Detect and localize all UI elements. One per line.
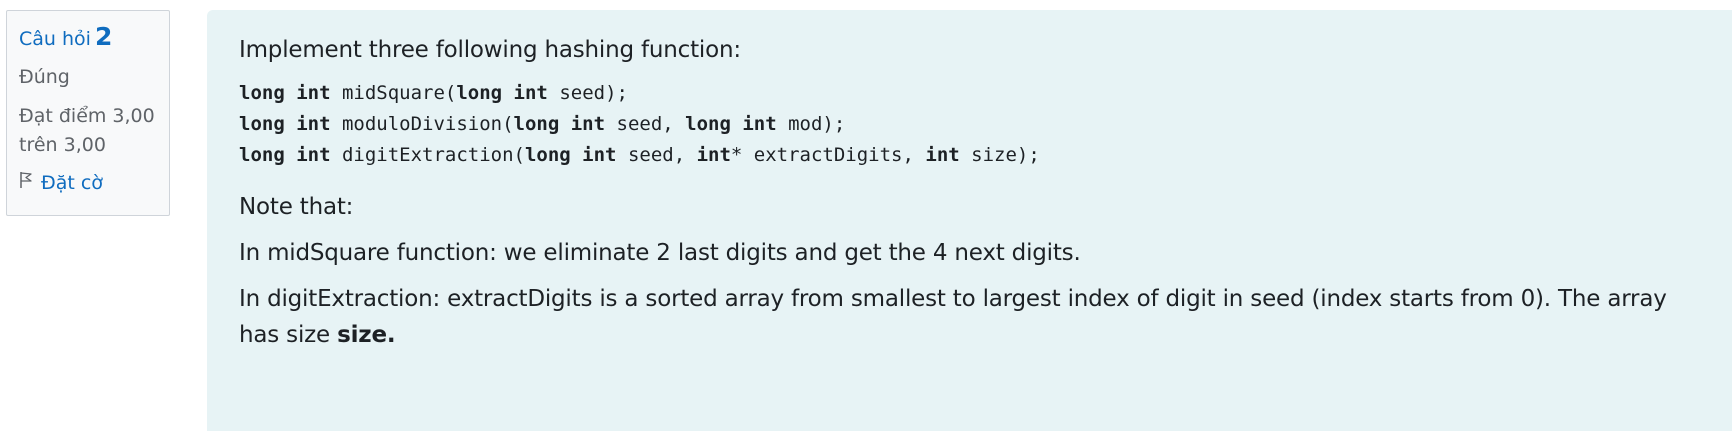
code-line: long int midSquare(long int seed); <box>239 82 628 104</box>
code-text: size); <box>959 144 1040 166</box>
question-state: Đúng <box>19 66 70 88</box>
code-keyword: long int <box>239 113 331 135</box>
flag-label[interactable]: Đặt cờ <box>41 172 103 194</box>
question-grade: Đạt điểm 3,00 trên 3,00 <box>19 102 157 160</box>
question-content: Implement three following hashing functi… <box>207 10 1732 431</box>
code-text: moduloDivision( <box>330 113 514 135</box>
question-label: Câu hỏi <box>19 28 91 50</box>
code-text: seed, <box>616 144 697 166</box>
code-text: * extractDigits, <box>730 144 926 166</box>
code-text: midSquare( <box>330 82 457 104</box>
flag-question-button[interactable]: Đặt cờ <box>19 171 157 194</box>
digit-extraction-paragraph: In digitExtraction: extractDigits is a s… <box>239 281 1702 353</box>
code-keyword: long int <box>524 144 617 166</box>
note-heading: Note that: <box>239 194 354 220</box>
code-keyword: long int <box>239 144 331 166</box>
digit-extraction-text: In digitExtraction: extractDigits is a s… <box>239 286 1667 348</box>
question-number: 2 <box>94 22 113 51</box>
code-text: mod); <box>776 113 846 135</box>
code-keyword: long int <box>685 113 777 135</box>
size-bold-text: size. <box>337 322 396 348</box>
code-text: digitExtraction( <box>330 144 525 166</box>
code-text: seed, <box>605 113 686 135</box>
question-intro: Implement three following hashing functi… <box>239 37 741 63</box>
grade-line-1: Đạt điểm 3,00 <box>19 105 155 127</box>
question-number-heading: Câu hỏi 2 <box>19 23 157 53</box>
code-line: long int digitExtraction(long int seed, … <box>239 144 1040 166</box>
code-keyword: long int <box>513 113 606 135</box>
code-keyword: long int <box>239 82 331 104</box>
code-line: long int moduloDivision(long int seed, l… <box>239 113 845 135</box>
question-info-panel: Câu hỏi 2 Đúng Đạt điểm 3,00 trên 3,00 Đặ… <box>6 10 170 216</box>
code-keyword: long int <box>456 82 548 104</box>
code-text: seed); <box>547 82 628 104</box>
code-keyword: int <box>925 144 960 166</box>
quiz-page: Câu hỏi 2 Đúng Đạt điểm 3,00 trên 3,00 Đặ… <box>0 0 1732 431</box>
grade-line-2: trên 3,00 <box>19 134 106 156</box>
code-keyword: int <box>696 144 731 166</box>
code-block: long int midSquare(long int seed); long … <box>239 78 1702 171</box>
question-text: Implement three following hashing functi… <box>239 32 1702 353</box>
flag-outline-icon <box>19 171 41 194</box>
midsquare-paragraph: In midSquare function: we eliminate 2 la… <box>239 240 1081 266</box>
